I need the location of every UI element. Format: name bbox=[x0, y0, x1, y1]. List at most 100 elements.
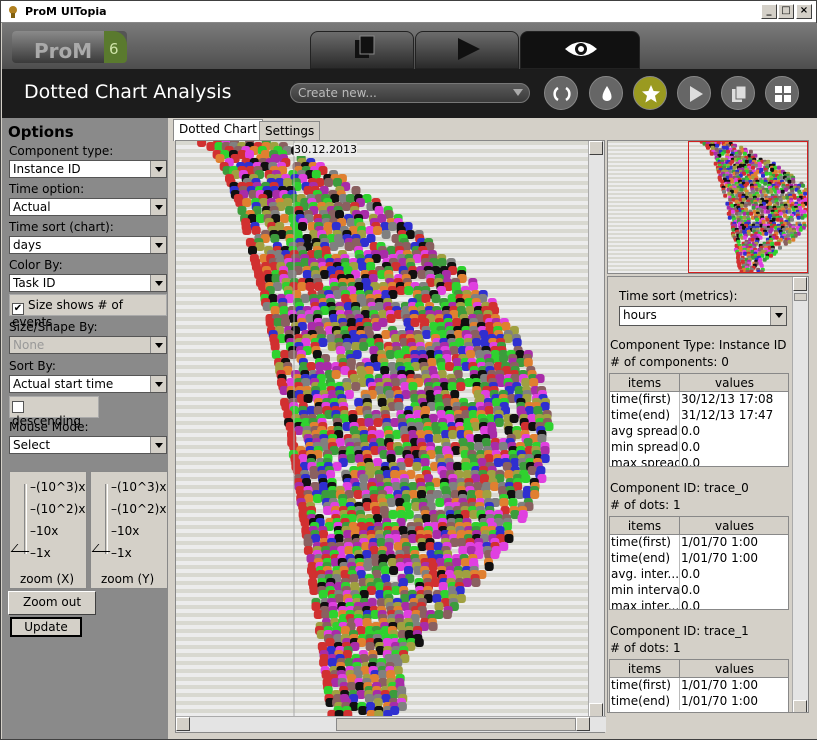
chart-dot[interactable] bbox=[432, 426, 442, 435]
chart-dot[interactable] bbox=[386, 454, 396, 463]
chart-dot[interactable] bbox=[365, 642, 375, 651]
chart-overview[interactable] bbox=[607, 139, 809, 274]
chart-dot[interactable] bbox=[377, 398, 387, 407]
chart-dot[interactable] bbox=[445, 362, 454, 371]
tab-actions[interactable] bbox=[415, 31, 519, 69]
copy-button[interactable] bbox=[721, 76, 755, 110]
chart-dot[interactable] bbox=[341, 202, 351, 211]
chart-dot[interactable] bbox=[285, 422, 295, 431]
chart-dot[interactable] bbox=[397, 702, 407, 711]
chart-dot[interactable] bbox=[346, 454, 356, 463]
chart-dot[interactable] bbox=[432, 594, 442, 603]
size-shows-events-checkbox[interactable]: ✔ Size shows # of events bbox=[9, 294, 167, 329]
chart-dot[interactable] bbox=[473, 482, 483, 491]
chart-dot[interactable] bbox=[344, 546, 354, 555]
chart-dot[interactable] bbox=[440, 590, 450, 599]
chart-dot[interactable] bbox=[410, 318, 420, 327]
chart-dot[interactable] bbox=[346, 218, 356, 227]
color-by-select[interactable]: Task ID bbox=[9, 274, 167, 292]
chart-dot[interactable] bbox=[466, 350, 475, 359]
overview-viewport-rect[interactable] bbox=[688, 141, 808, 273]
dotted-chart-canvas[interactable] bbox=[176, 141, 588, 717]
time-option-select[interactable]: Actual bbox=[9, 198, 167, 216]
chart-dot[interactable] bbox=[389, 690, 399, 699]
chart-dot[interactable] bbox=[388, 558, 397, 567]
chart-dot[interactable] bbox=[417, 542, 427, 551]
scroll-right-icon[interactable] bbox=[576, 717, 590, 731]
time-sort-metrics-select[interactable]: hours bbox=[619, 306, 787, 326]
chart-dot[interactable] bbox=[412, 462, 422, 471]
chart-dot[interactable] bbox=[504, 534, 514, 543]
scroll-up-icon[interactable] bbox=[793, 277, 807, 291]
chart-dot[interactable] bbox=[434, 602, 444, 611]
close-button[interactable]: × bbox=[796, 4, 812, 19]
chart-dot[interactable] bbox=[297, 282, 307, 291]
scroll-down-icon[interactable] bbox=[793, 700, 807, 712]
chart-dot[interactable] bbox=[271, 274, 281, 283]
chart-horizontal-scrollbar[interactable] bbox=[176, 716, 606, 732]
chart-dot[interactable] bbox=[504, 470, 514, 479]
chart-dot[interactable] bbox=[490, 550, 500, 559]
chart-dot[interactable] bbox=[389, 566, 399, 575]
chart-dot[interactable] bbox=[371, 506, 381, 515]
chart-dot[interactable] bbox=[237, 206, 247, 215]
chart-dot[interactable] bbox=[372, 322, 382, 331]
chart-dot[interactable] bbox=[324, 178, 333, 187]
chart-dot[interactable] bbox=[404, 566, 413, 575]
chart-dot[interactable] bbox=[393, 658, 403, 667]
chart-dot[interactable] bbox=[304, 494, 314, 503]
chart-dot[interactable] bbox=[457, 538, 467, 547]
layout-button[interactable] bbox=[765, 76, 799, 110]
chart-dot[interactable] bbox=[323, 506, 333, 515]
chart-dot[interactable] bbox=[544, 422, 554, 431]
chart-dot[interactable] bbox=[400, 382, 410, 391]
chart-dot[interactable] bbox=[454, 330, 463, 339]
chart-dot[interactable] bbox=[320, 270, 330, 279]
chart-dot[interactable] bbox=[374, 206, 384, 215]
component-type-select[interactable]: Instance ID bbox=[9, 160, 167, 178]
chart-dot[interactable] bbox=[375, 590, 385, 599]
minimize-button[interactable]: _ bbox=[761, 4, 777, 19]
chart-dot[interactable] bbox=[529, 378, 539, 387]
chart-dot[interactable] bbox=[303, 394, 313, 403]
chart-dot[interactable] bbox=[281, 402, 291, 411]
chart-dot[interactable] bbox=[508, 498, 518, 507]
chart-dot[interactable] bbox=[359, 482, 369, 491]
chart-dot[interactable] bbox=[215, 154, 225, 163]
chart-dot[interactable] bbox=[358, 262, 368, 271]
chart-dot[interactable] bbox=[428, 562, 438, 571]
chart-dot[interactable] bbox=[311, 602, 321, 611]
chart-dot[interactable] bbox=[494, 418, 504, 427]
chart-dot[interactable] bbox=[351, 186, 361, 195]
chart-dot[interactable] bbox=[408, 482, 418, 491]
chart-dot[interactable] bbox=[344, 390, 354, 399]
descending-checkbox[interactable]: descending bbox=[9, 396, 99, 428]
chart-dot[interactable] bbox=[432, 530, 442, 539]
chart-dot[interactable] bbox=[484, 406, 494, 415]
chart-dot[interactable] bbox=[380, 366, 390, 375]
chart-dot[interactable] bbox=[523, 438, 533, 447]
chart-dot[interactable] bbox=[355, 682, 365, 691]
chart-dot[interactable] bbox=[427, 358, 437, 367]
chart-dot[interactable] bbox=[333, 178, 342, 187]
chart-dot[interactable] bbox=[452, 358, 462, 367]
chart-dot[interactable] bbox=[373, 226, 382, 235]
favorite-button[interactable] bbox=[633, 76, 667, 110]
chart-dot[interactable] bbox=[450, 390, 460, 399]
chart-dot[interactable] bbox=[331, 370, 341, 379]
chart-dot[interactable] bbox=[437, 286, 446, 295]
chart-dot[interactable] bbox=[314, 282, 324, 291]
chart-dot[interactable] bbox=[373, 418, 383, 427]
chart-dot[interactable] bbox=[242, 226, 252, 235]
chart-dot[interactable] bbox=[394, 402, 404, 411]
chart-dot[interactable] bbox=[271, 350, 281, 359]
chart-dot[interactable] bbox=[321, 610, 331, 619]
chart-dot[interactable] bbox=[452, 558, 462, 567]
chart-dot[interactable] bbox=[462, 578, 472, 587]
chart-dot[interactable] bbox=[432, 434, 442, 443]
chart-dot[interactable] bbox=[424, 434, 434, 443]
update-button[interactable]: Update bbox=[10, 617, 82, 637]
chart-dot[interactable] bbox=[325, 638, 335, 647]
chart-dot[interactable] bbox=[376, 538, 386, 547]
chart-dot[interactable] bbox=[344, 242, 354, 251]
